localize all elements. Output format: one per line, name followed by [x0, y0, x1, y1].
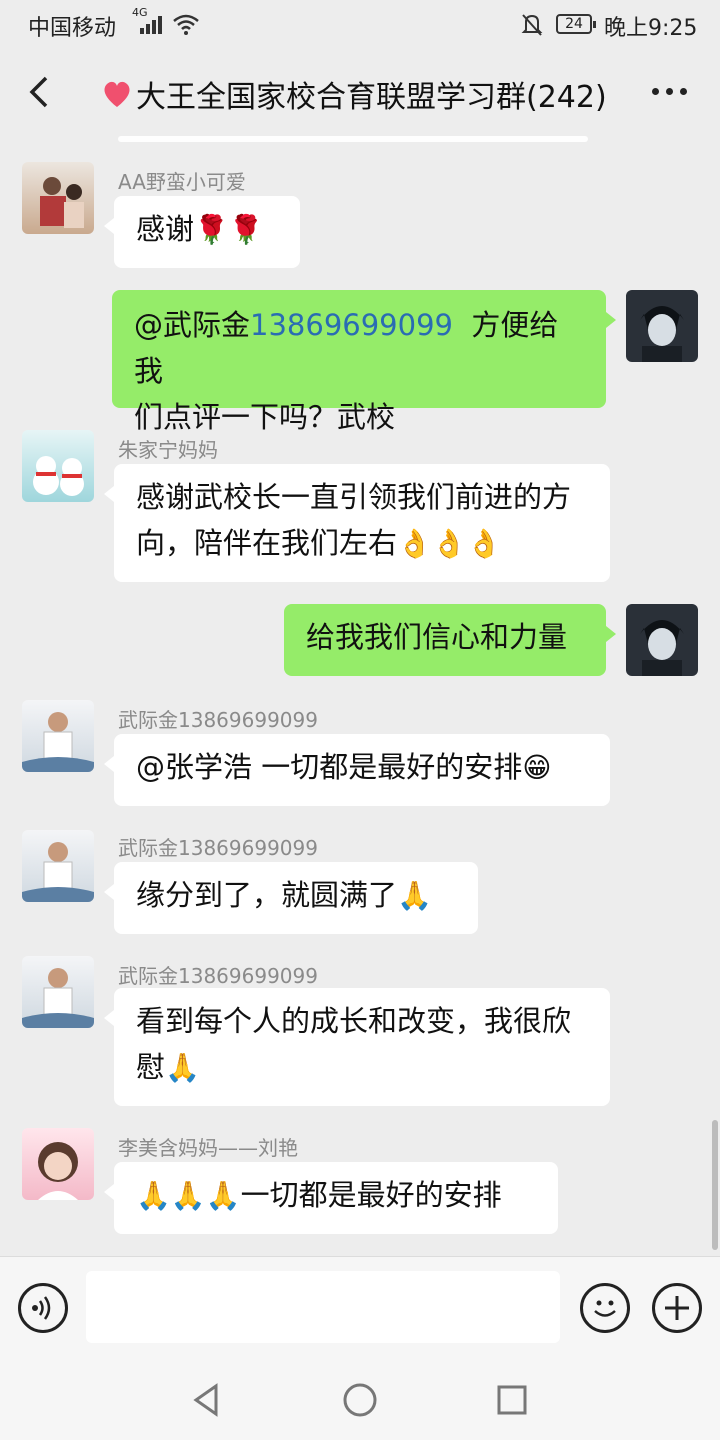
- message-text: 感谢武校长一直引领我们前进的方: [136, 480, 572, 514]
- voice-icon[interactable]: [18, 1283, 68, 1333]
- message-text: 慰: [136, 1050, 166, 1084]
- message-text: 缘分到了，就圆满了: [136, 878, 398, 912]
- my-avatar[interactable]: [626, 290, 698, 362]
- smiley-icon[interactable]: [580, 1283, 630, 1333]
- message-text: 一切都是最好的安排: [240, 1178, 502, 1212]
- pray-emoji: 🙏: [165, 1051, 200, 1084]
- message-bubble[interactable]: 缘分到了，就圆满了🙏: [104, 862, 478, 934]
- message-text: 向，陪伴在我们左右: [136, 526, 398, 560]
- nav-back-icon[interactable]: [190, 1382, 222, 1418]
- avatar[interactable]: [22, 430, 94, 502]
- pray-emoji: 🙏🙏🙏: [136, 1179, 241, 1212]
- message-text: @张学浩 一切都是最好的安排: [136, 750, 523, 784]
- scrollbar[interactable]: [712, 1120, 718, 1250]
- sender-name: AA野蛮小可爱: [118, 170, 246, 194]
- avatar[interactable]: [22, 830, 94, 902]
- message-text: 给我我们信心和力量: [306, 620, 568, 654]
- avatar[interactable]: [22, 1128, 94, 1200]
- message-bubble[interactable]: 感谢武校长一直引领我们前进的方 向，陪伴在我们左右👌👌👌: [104, 464, 610, 582]
- sender-name: 武际金13869699099: [118, 964, 318, 988]
- message-bubble-me[interactable]: @武际金13869699099 方便给我 们点评一下吗？武校: [112, 290, 616, 434]
- message-bubble[interactable]: 🙏🙏🙏一切都是最好的安排: [104, 1162, 558, 1234]
- avatar[interactable]: [22, 956, 94, 1028]
- sender-name: 李美含妈妈——刘艳: [118, 1136, 298, 1160]
- chat-area: AA野蛮小可爱 感谢🌹🌹 @武际金13869699099 方便给我 们点评一下吗…: [0, 0, 720, 1260]
- rose-emoji: 🌹🌹: [194, 213, 264, 246]
- input-bar: [0, 1256, 720, 1356]
- sender-name: 朱家宁妈妈: [118, 438, 218, 462]
- message-text: 感谢: [136, 212, 195, 246]
- nav-recents-icon[interactable]: [496, 1384, 528, 1416]
- phone-link[interactable]: 13869699099: [250, 308, 453, 342]
- avatar[interactable]: [22, 162, 94, 234]
- message-bubble[interactable]: @张学浩 一切都是最好的安排😁: [104, 734, 610, 806]
- sender-name: 武际金13869699099: [118, 836, 318, 860]
- message-bubble[interactable]: 看到每个人的成长和改变，我很欣 慰🙏: [104, 988, 610, 1106]
- plus-icon[interactable]: [652, 1283, 702, 1333]
- message-text: 看到每个人的成长和改变，我很欣: [136, 1004, 572, 1038]
- grin-emoji: 😁: [522, 751, 552, 784]
- pray-emoji: 🙏: [397, 879, 432, 912]
- message-bubble[interactable]: 感谢🌹🌹: [104, 196, 300, 268]
- system-nav-bar: [0, 1356, 720, 1440]
- nav-home-icon[interactable]: [342, 1382, 378, 1418]
- ok-hand-emoji: 👌👌👌: [397, 527, 502, 560]
- sender-name: 武际金13869699099: [118, 708, 318, 732]
- mention[interactable]: @武际金: [134, 308, 250, 342]
- message-bubble-me[interactable]: 给我我们信心和力量: [284, 604, 616, 676]
- my-avatar[interactable]: [626, 604, 698, 676]
- avatar[interactable]: [22, 700, 94, 772]
- message-input[interactable]: [86, 1271, 560, 1343]
